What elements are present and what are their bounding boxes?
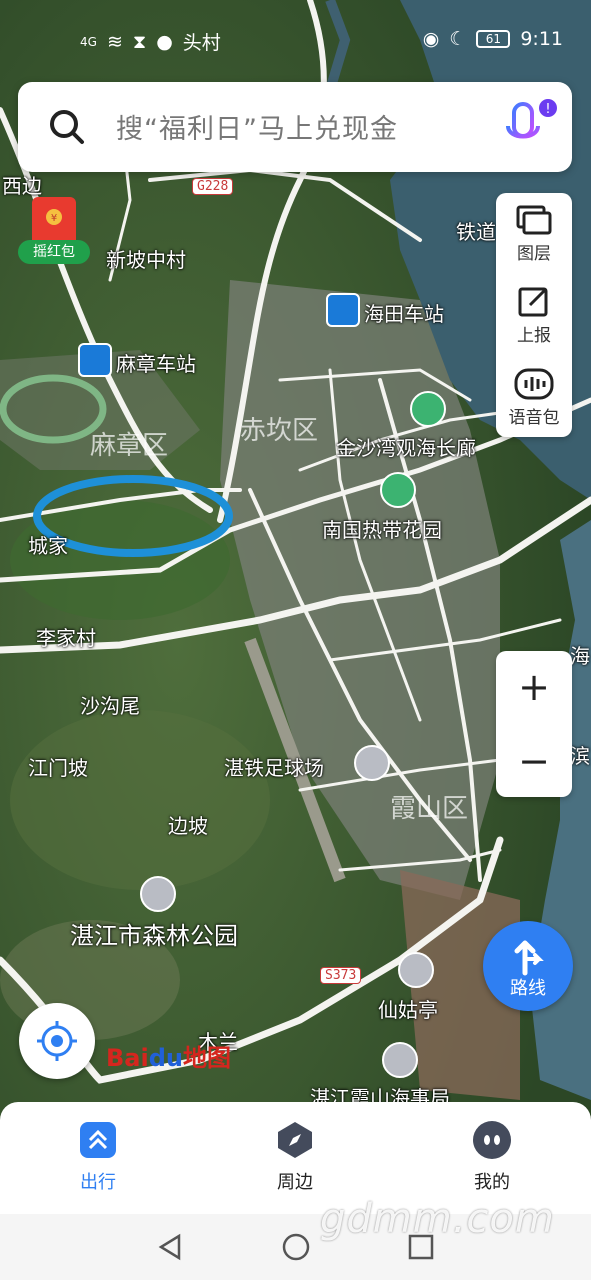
search-input[interactable]: 搜“福利日”马上兑现金 <box>116 107 398 146</box>
svg-text:¥: ¥ <box>51 213 57 224</box>
tab-travel[interactable]: 出行 <box>38 1102 158 1214</box>
search-bar[interactable]: 搜“福利日”马上兑现金 ! <box>18 82 572 172</box>
layers-label: 图层 <box>517 244 551 264</box>
search-icon[interactable] <box>48 108 86 146</box>
road-tag-g228: G228 <box>192 178 234 195</box>
crosshair-icon <box>37 1021 77 1061</box>
label-forest-park[interactable]: 湛江市森林公园 <box>70 916 238 951</box>
label-shagou: 沙沟尾 <box>80 694 140 718</box>
label-lijia-village: 李家村 <box>36 626 96 650</box>
landmark-icon[interactable] <box>398 952 434 988</box>
hourglass-icon: ⧗ <box>132 30 147 53</box>
label-bianpo: 边坡 <box>168 814 208 838</box>
layers-icon <box>516 205 552 235</box>
layers-button[interactable]: 图层 <box>496 193 572 273</box>
status-location: 头村 <box>182 32 221 54</box>
label-xinpo: 新坡中村 <box>106 248 186 272</box>
watermark: gdmm.com <box>320 1196 555 1242</box>
red-packet-label[interactable]: 摇红包 <box>18 240 90 264</box>
signal-icon: 4G <box>80 34 97 49</box>
label-jiangmen: 江门坡 <box>28 756 88 780</box>
label-xiangu-pavilion[interactable]: 仙姑亭 <box>378 994 438 1023</box>
label-haitian-station[interactable]: 海田车站 <box>364 298 444 327</box>
landmark-icon[interactable] <box>382 1042 418 1078</box>
label-zhantie-stadium[interactable]: 湛铁足球场 <box>224 752 324 781</box>
bus-station-icon[interactable] <box>78 343 112 377</box>
label-chikan-district: 赤坎区 <box>240 416 319 446</box>
tab-travel-label: 出行 <box>80 1172 116 1193</box>
label-cheng: 城家 <box>28 534 68 558</box>
map-tools-panel: 图层 上报 语音包 <box>496 193 572 437</box>
back-icon[interactable] <box>155 1232 185 1262</box>
label-mazhang-station[interactable]: 麻章车站 <box>116 348 196 377</box>
profile-icon <box>473 1121 511 1159</box>
label-jinsha-promenade[interactable]: 金沙湾观海长廊 <box>336 432 476 461</box>
route-label: 路线 <box>510 978 546 999</box>
stadium-icon[interactable] <box>354 745 390 781</box>
park-icon[interactable] <box>410 391 446 427</box>
microphone-icon[interactable]: ! <box>498 96 562 160</box>
report-label: 上报 <box>517 326 551 346</box>
baidu-map-logo: Baidu地图 <box>106 1044 231 1072</box>
label-nanguo-garden[interactable]: 南国热带花园 <box>322 514 442 543</box>
route-arrow-icon <box>514 940 544 976</box>
locate-button[interactable] <box>19 1003 95 1079</box>
travel-icon <box>80 1122 116 1158</box>
green-field <box>10 710 270 890</box>
landmark-icon[interactable] <box>140 876 176 912</box>
voice-pack-button[interactable]: 语音包 <box>496 357 572 437</box>
tab-nearby-label: 周边 <box>277 1172 313 1193</box>
compass-icon <box>278 1122 312 1158</box>
edit-icon <box>518 287 548 317</box>
home-icon[interactable] <box>281 1232 311 1262</box>
voice-pack-label: 语音包 <box>508 408 560 428</box>
clock: 9:11 <box>520 28 563 50</box>
route-button[interactable]: 路线 <box>483 921 573 1011</box>
zoom-in-button[interactable]: + <box>496 651 572 723</box>
zoom-controls: + − <box>496 651 572 797</box>
svg-text:!: ! <box>545 102 550 117</box>
wifi-icon: ≋ <box>106 30 123 53</box>
zoom-out-button[interactable]: − <box>496 725 572 797</box>
green-field <box>10 500 230 620</box>
label-tiedao: 铁道 <box>456 220 496 244</box>
app-icon: ● <box>156 30 173 53</box>
voice-wave-icon <box>514 368 554 400</box>
eye-icon: ◉ <box>422 28 440 50</box>
battery-icon: 61 <box>476 30 511 48</box>
report-button[interactable]: 上报 <box>496 275 572 355</box>
label-hai: 海 <box>570 644 590 668</box>
tab-mine-label: 我的 <box>474 1172 510 1193</box>
bus-station-icon[interactable] <box>326 293 360 327</box>
label-xiashan-district: 霞山区 <box>390 794 469 824</box>
label-bin: 滨 <box>570 744 590 768</box>
moon-icon: ☾ <box>449 28 467 50</box>
road-tag-s373: S373 <box>320 967 362 984</box>
park-icon[interactable] <box>380 472 416 508</box>
label-mazhang-district: 麻章区 <box>90 431 169 461</box>
status-bar: 4G ≋ ⧗ ● 头村 ◉ ☾ 61 9:11 <box>0 0 591 76</box>
